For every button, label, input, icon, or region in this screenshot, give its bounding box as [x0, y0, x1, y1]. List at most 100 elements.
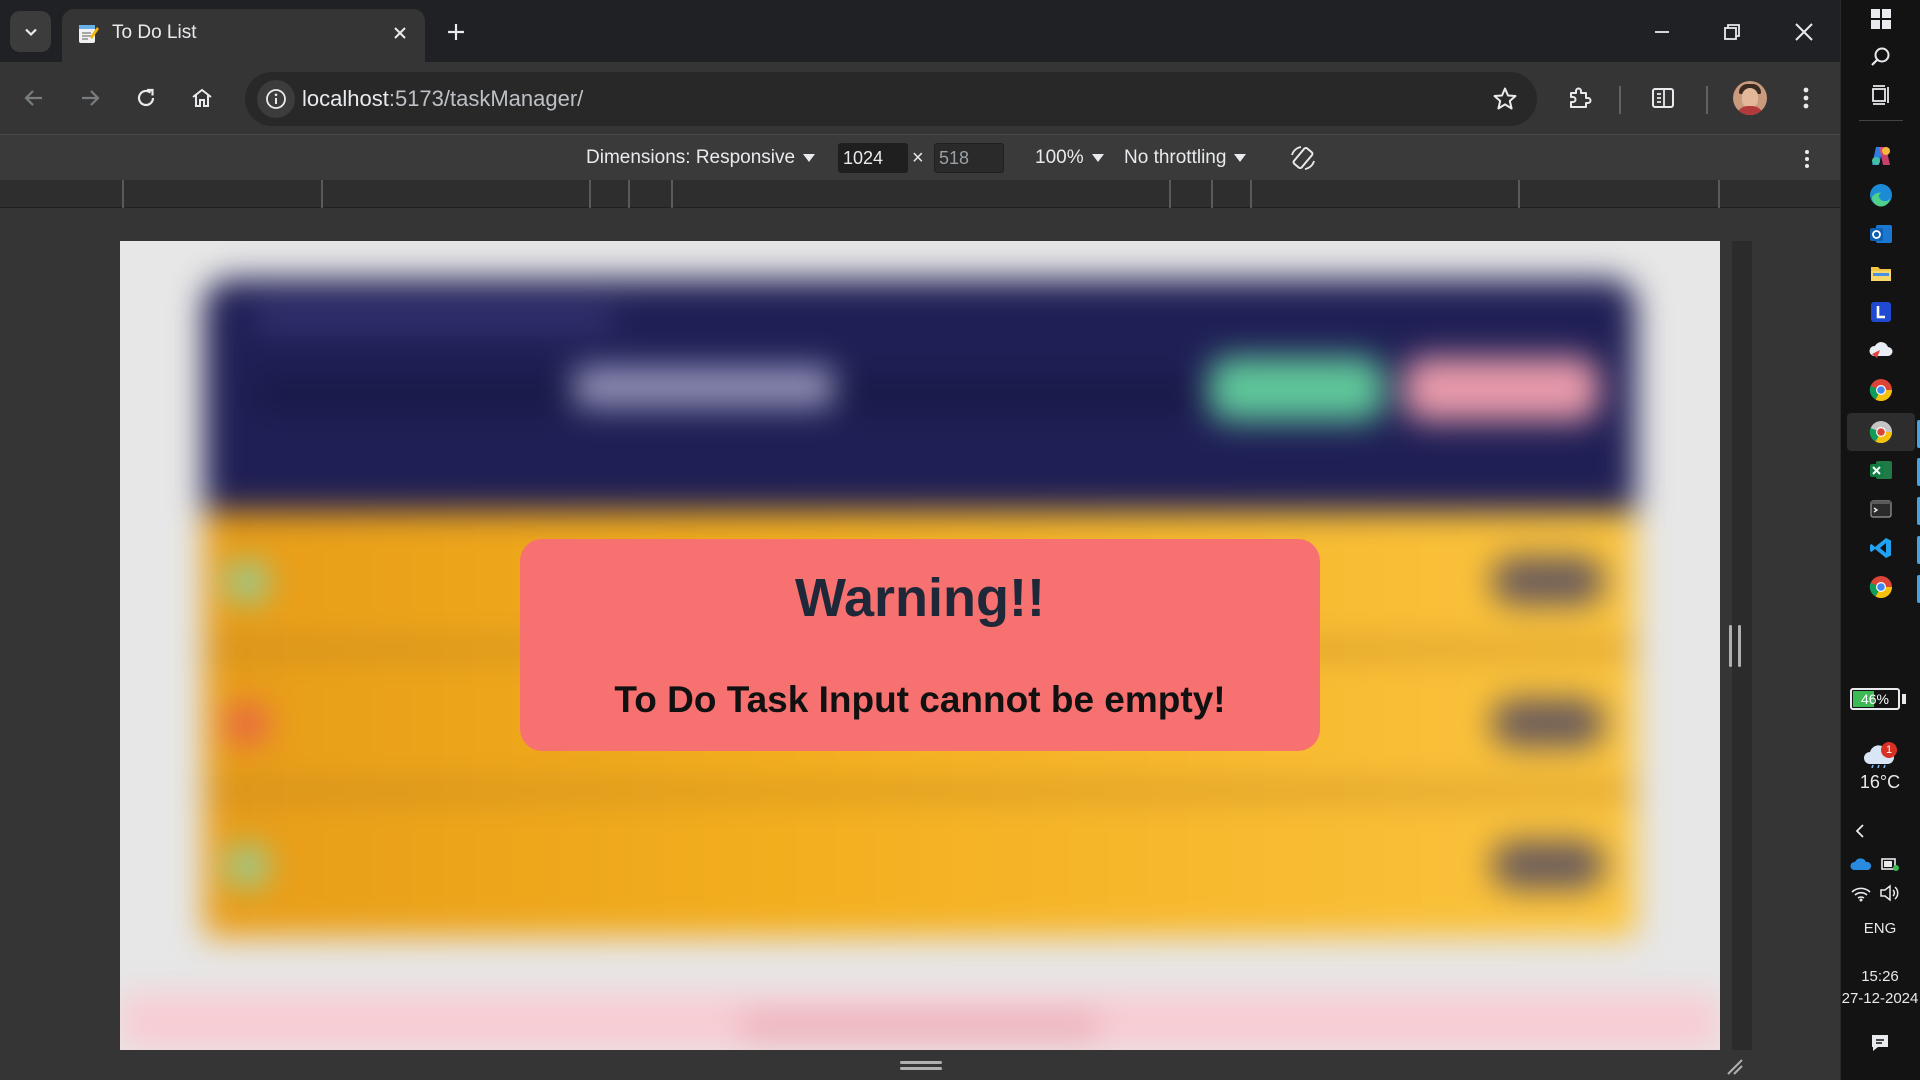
edge-icon — [1870, 184, 1892, 207]
weather-temperature[interactable]: 16°C — [1840, 772, 1920, 793]
letter-l-app-icon — [1871, 302, 1891, 322]
screen: To Do List localhost:5173/taskManager/ D… — [0, 0, 1920, 1080]
search-button[interactable] — [1864, 40, 1898, 74]
reload-icon — [137, 88, 155, 107]
task-view-button[interactable] — [1864, 78, 1898, 112]
device-status-icon[interactable] — [1880, 856, 1900, 872]
clock-time[interactable]: 15:26 — [1840, 968, 1920, 985]
dimensions-dropdown[interactable]: Dimensions: Responsive — [586, 147, 816, 169]
tab-title: To Do List — [112, 22, 197, 43]
viewport-height-resize-handle[interactable] — [900, 1061, 942, 1070]
browser-window: To Do List localhost:5173/taskManager/ D… — [0, 0, 1840, 1080]
bookmark-button[interactable] — [1491, 85, 1519, 113]
reload-button[interactable] — [126, 78, 166, 118]
browser-toolbar: localhost:5173/taskManager/ — [0, 62, 1840, 134]
throttling-label: No throttling — [1124, 147, 1227, 168]
restore-icon — [1724, 24, 1740, 40]
clear-button — [1404, 357, 1599, 421]
tab-to-do-list[interactable]: To Do List — [62, 9, 425, 62]
copilot-icon — [1872, 147, 1890, 165]
resize-corner-icon[interactable] — [1724, 1056, 1744, 1076]
dimension-separator: × — [912, 147, 924, 169]
taskbar-app-l[interactable] — [1864, 295, 1898, 329]
site-info-button[interactable] — [257, 80, 295, 118]
toolbar-divider — [1706, 86, 1708, 114]
language-indicator[interactable]: ENG — [1840, 920, 1920, 937]
taskbar-cloud-app[interactable] — [1864, 334, 1898, 368]
side-panel-icon — [1652, 88, 1674, 108]
reading-list-button[interactable] — [1643, 78, 1683, 118]
search-icon — [1871, 47, 1890, 66]
back-button[interactable] — [14, 78, 54, 118]
plus-icon — [448, 24, 464, 40]
forward-button[interactable] — [70, 78, 110, 118]
rotate-icon — [1291, 146, 1315, 170]
caret-down-icon — [1091, 153, 1104, 162]
home-icon — [192, 88, 212, 107]
excel-icon — [1870, 461, 1892, 479]
taskbar-outlook[interactable] — [1864, 217, 1898, 251]
clock-date[interactable]: 27-12-2024 — [1840, 990, 1920, 1007]
minimize-icon — [1655, 31, 1669, 33]
address-bar[interactable]: localhost:5173/taskManager/ — [245, 72, 1537, 126]
task-view-icon — [1872, 85, 1889, 105]
terminal-icon — [1870, 500, 1892, 518]
wifi-icon[interactable] — [1850, 884, 1872, 902]
height-input[interactable] — [934, 143, 1004, 173]
close-icon — [1795, 23, 1813, 41]
home-button[interactable] — [182, 78, 222, 118]
new-tab-button[interactable] — [440, 16, 472, 48]
chevron-left-icon[interactable] — [1851, 822, 1869, 840]
battery-percentage: 46% — [1860, 691, 1890, 707]
warning-modal: Warning!! To Do Task Input cannot be emp… — [520, 539, 1320, 751]
taskbar-terminal[interactable] — [1864, 492, 1898, 526]
device-toolbar-menu-button[interactable] — [1795, 145, 1819, 173]
zoom-label: 100% — [1035, 147, 1084, 168]
chrome-icon — [1869, 576, 1892, 598]
taskbar-chrome-2[interactable] — [1864, 570, 1898, 604]
taskbar-vscode[interactable] — [1864, 531, 1898, 565]
chrome-icon — [1869, 379, 1892, 401]
extensions-button[interactable] — [1560, 78, 1600, 118]
close-icon — [394, 27, 406, 39]
app-footer — [120, 994, 1720, 1050]
zoom-dropdown[interactable]: 100% — [1035, 147, 1104, 169]
device-toolbar: Dimensions: Responsive × 100% No throttl… — [0, 134, 1840, 180]
tab-close-button[interactable] — [388, 21, 412, 45]
caret-down-icon — [1234, 153, 1247, 162]
width-input[interactable] — [838, 143, 908, 173]
emulated-viewport: Warning!! To Do Task Input cannot be emp… — [120, 241, 1720, 1050]
volume-icon[interactable] — [1878, 884, 1900, 902]
notifications-icon[interactable] — [1869, 1032, 1891, 1054]
taskbar-excel[interactable] — [1864, 453, 1898, 487]
warning-title: Warning!! — [795, 568, 1045, 628]
rotate-button[interactable] — [1288, 143, 1318, 173]
chevron-down-icon — [24, 28, 37, 36]
arrow-left-icon — [24, 90, 42, 106]
profile-avatar[interactable] — [1733, 81, 1767, 115]
battery-indicator[interactable]: 46% — [1850, 688, 1900, 710]
media-query-bar[interactable] — [0, 180, 1840, 208]
taskbar-chrome[interactable] — [1864, 373, 1898, 407]
chrome-icon — [1869, 421, 1892, 443]
info-icon — [266, 89, 286, 109]
throttling-dropdown[interactable]: No throttling — [1124, 147, 1247, 169]
start-button[interactable] — [1864, 2, 1898, 36]
minimize-button[interactable] — [1642, 12, 1682, 52]
onedrive-icon[interactable] — [1850, 856, 1872, 872]
taskbar-copilot[interactable] — [1864, 139, 1898, 173]
tab-search-button[interactable] — [10, 11, 51, 52]
viewport-width-resize-handle[interactable] — [1729, 625, 1741, 667]
taskbar-chrome-dev[interactable] — [1864, 415, 1898, 449]
taskbar-file-explorer[interactable] — [1864, 256, 1898, 290]
browser-menu-button[interactable] — [1786, 78, 1826, 118]
taskbar-edge[interactable] — [1864, 178, 1898, 212]
url-text[interactable]: localhost:5173/taskManager/ — [302, 86, 583, 112]
kebab-menu-icon — [1803, 87, 1809, 109]
close-window-button[interactable] — [1784, 12, 1824, 52]
restore-button[interactable] — [1712, 12, 1752, 52]
kebab-menu-icon — [1805, 150, 1809, 168]
puzzle-icon — [1570, 87, 1592, 108]
vscode-icon — [1870, 538, 1891, 558]
task-row — [204, 795, 1636, 937]
